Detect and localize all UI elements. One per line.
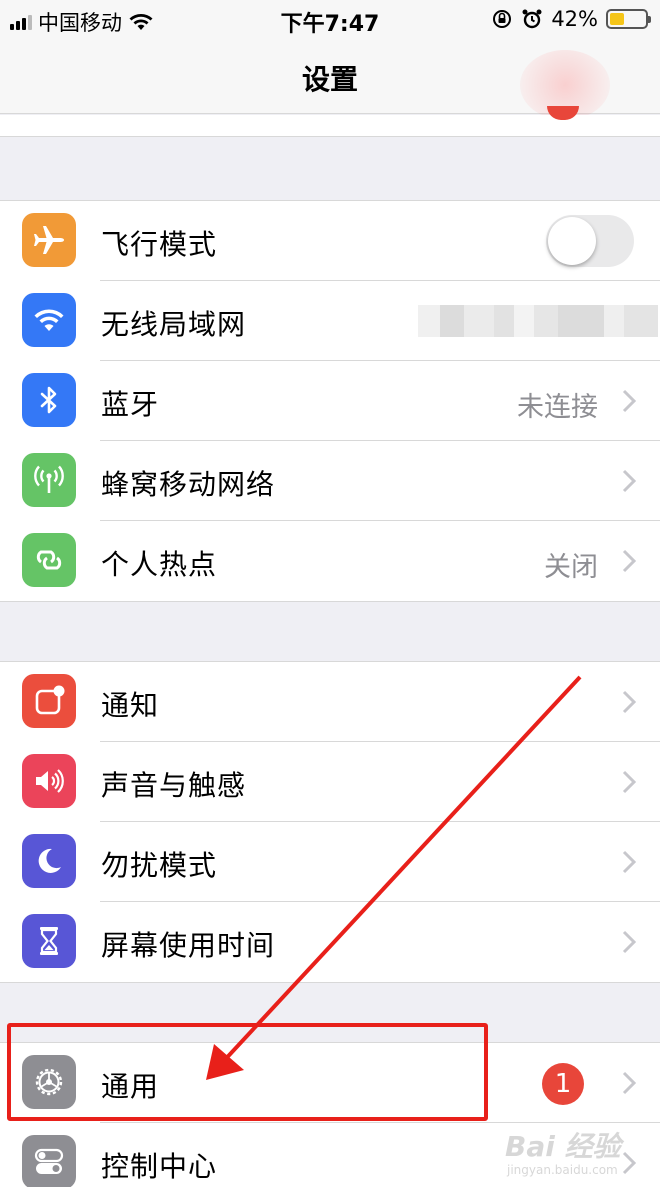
hotspot-status: 关闭 <box>544 552 598 583</box>
orientation-lock-icon <box>493 10 512 28</box>
battery-icon <box>606 9 651 29</box>
chevron-right-icon <box>622 770 637 794</box>
row-notifications[interactable]: 通知 <box>0 662 660 742</box>
wifi-icon <box>22 293 76 347</box>
antenna-icon <box>22 453 76 507</box>
row-label: 声音与触感 <box>101 769 247 802</box>
alarm-icon <box>522 9 542 29</box>
notifications-icon <box>22 674 76 728</box>
watermark-text: Bai 经验 <box>505 1130 621 1163</box>
row-label: 屏幕使用时间 <box>101 929 276 962</box>
battery-level <box>610 13 625 25</box>
row-hotspot[interactable]: 个人热点 关闭 <box>0 521 660 601</box>
row-do-not-disturb[interactable]: 勿扰模式 <box>0 822 660 902</box>
row-sounds[interactable]: 声音与触感 <box>0 742 660 822</box>
annotation-highlight-box <box>7 1023 488 1121</box>
toggle-knob <box>548 217 596 265</box>
settings-group-notifications: 通知 声音与触感 勿扰模式 屏幕使用时间 <box>0 661 660 983</box>
moon-icon <box>22 834 76 888</box>
airplane-icon <box>22 213 76 267</box>
chevron-right-icon <box>622 1071 637 1095</box>
row-bluetooth[interactable]: 蓝牙 未连接 <box>0 361 660 441</box>
row-label: 个人热点 <box>101 548 218 581</box>
page-title: 设置 <box>301 63 358 96</box>
chevron-right-icon <box>622 690 637 714</box>
speaker-icon <box>22 754 76 808</box>
toggles-icon <box>22 1135 76 1187</box>
status-right: 42% <box>491 7 651 31</box>
row-cellular[interactable]: 蜂窝移动网络 <box>0 441 660 521</box>
row-wifi[interactable]: 无线局域网 <box>0 281 660 361</box>
watermark-logo: Bai 经验 jingyan.baidu.com <box>505 1125 655 1185</box>
row-label: 无线局域网 <box>101 308 247 341</box>
watermark-url: jingyan.baidu.com <box>507 1163 618 1177</box>
bluetooth-status: 未连接 <box>517 392 598 423</box>
status-bar: 中国移动 下午7:47 42% <box>0 0 660 40</box>
row-label: 蜂窝移动网络 <box>101 468 276 501</box>
row-label: 控制中心 <box>101 1150 218 1183</box>
hotspot-link-icon <box>22 533 76 587</box>
row-label: 勿扰模式 <box>101 849 218 882</box>
navigation-bar: 设置 <box>0 40 660 120</box>
row-label: 飞行模式 <box>101 228 218 261</box>
chevron-right-icon <box>622 850 637 874</box>
chevron-right-icon <box>622 469 637 493</box>
hourglass-icon <box>22 914 76 968</box>
bluetooth-icon <box>22 373 76 427</box>
chevron-right-icon <box>622 389 637 413</box>
row-label: 通知 <box>101 689 160 722</box>
row-label: 蓝牙 <box>101 388 160 421</box>
update-badge: 1 <box>542 1063 584 1105</box>
battery-percent: 42% <box>551 7 598 31</box>
row-airplane-mode[interactable]: 飞行模式 <box>0 201 660 281</box>
row-screen-time[interactable]: 屏幕使用时间 <box>0 902 660 982</box>
settings-group-connectivity: 飞行模式 无线局域网 蓝牙 未连接 蜂窝移动网络 个人热点 关闭 <box>0 200 660 602</box>
redacted-network-name <box>418 305 658 337</box>
airplane-mode-toggle[interactable] <box>546 215 634 267</box>
chevron-right-icon <box>622 930 637 954</box>
chevron-right-icon <box>622 549 637 573</box>
